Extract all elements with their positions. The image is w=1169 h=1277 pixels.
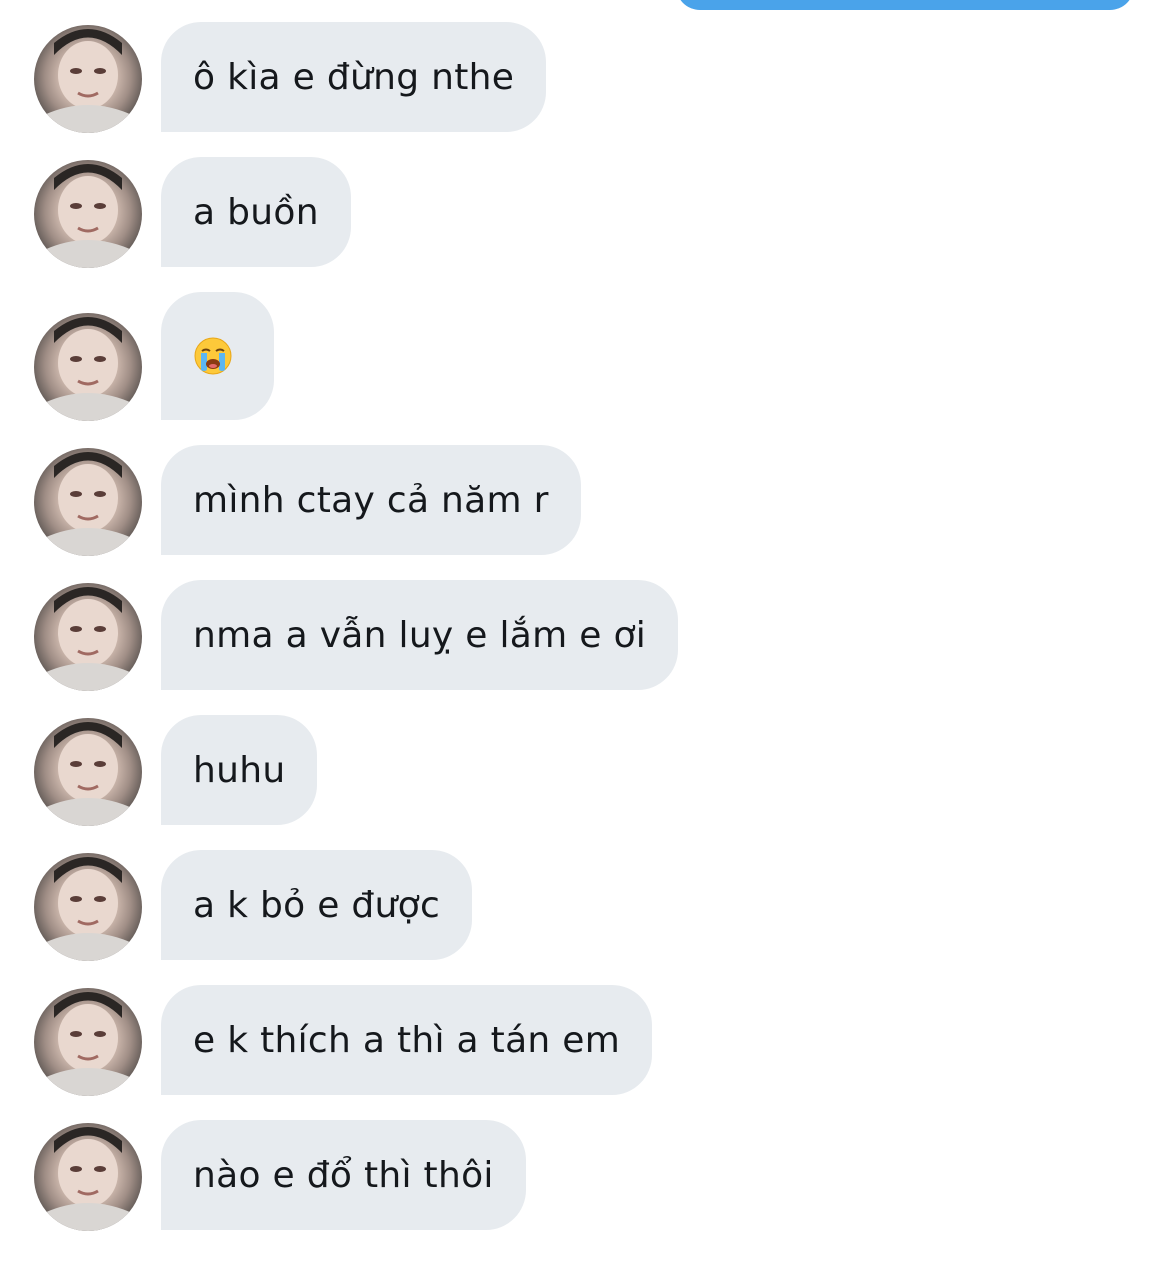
sender-avatar[interactable] — [34, 1123, 142, 1231]
sender-avatar[interactable] — [34, 313, 142, 421]
message-text: a k bỏ e được — [193, 884, 441, 926]
message-text: mình ctay cả năm r — [193, 479, 549, 521]
message-text: e k thích a thì a tán em — [193, 1019, 621, 1061]
received-message-bubble[interactable]: huhu — [161, 715, 318, 825]
sender-avatar[interactable] — [34, 853, 142, 961]
sent-message-bubble-edge[interactable] — [676, 0, 1134, 10]
received-message-bubble[interactable] — [161, 292, 274, 420]
sender-avatar[interactable] — [34, 160, 142, 268]
received-message-bubble[interactable]: nào e đổ thì thôi — [161, 1120, 526, 1230]
loudly-crying-face-emoji-icon — [193, 336, 233, 376]
message-text: nma a vẫn luỵ e lắm e ơi — [193, 614, 647, 656]
received-message-bubble[interactable]: nma a vẫn luỵ e lắm e ơi — [161, 580, 679, 690]
received-message-bubble[interactable]: a k bỏ e được — [161, 850, 473, 960]
message-text: ô kìa e đừng nthe — [193, 56, 515, 98]
sender-avatar[interactable] — [34, 988, 142, 1096]
sender-avatar[interactable] — [34, 448, 142, 556]
message-text: huhu — [193, 749, 286, 791]
message-text: a buồn — [193, 191, 319, 233]
received-message-bubble[interactable]: ô kìa e đừng nthe — [161, 22, 547, 132]
received-message-bubble[interactable]: e k thích a thì a tán em — [161, 985, 653, 1095]
received-message-bubble[interactable]: a buồn — [161, 157, 351, 267]
sender-avatar[interactable] — [34, 718, 142, 826]
sender-avatar[interactable] — [34, 583, 142, 691]
message-text: nào e đổ thì thôi — [193, 1154, 494, 1196]
received-message-bubble[interactable]: mình ctay cả năm r — [161, 445, 581, 555]
sender-avatar[interactable] — [34, 25, 142, 133]
